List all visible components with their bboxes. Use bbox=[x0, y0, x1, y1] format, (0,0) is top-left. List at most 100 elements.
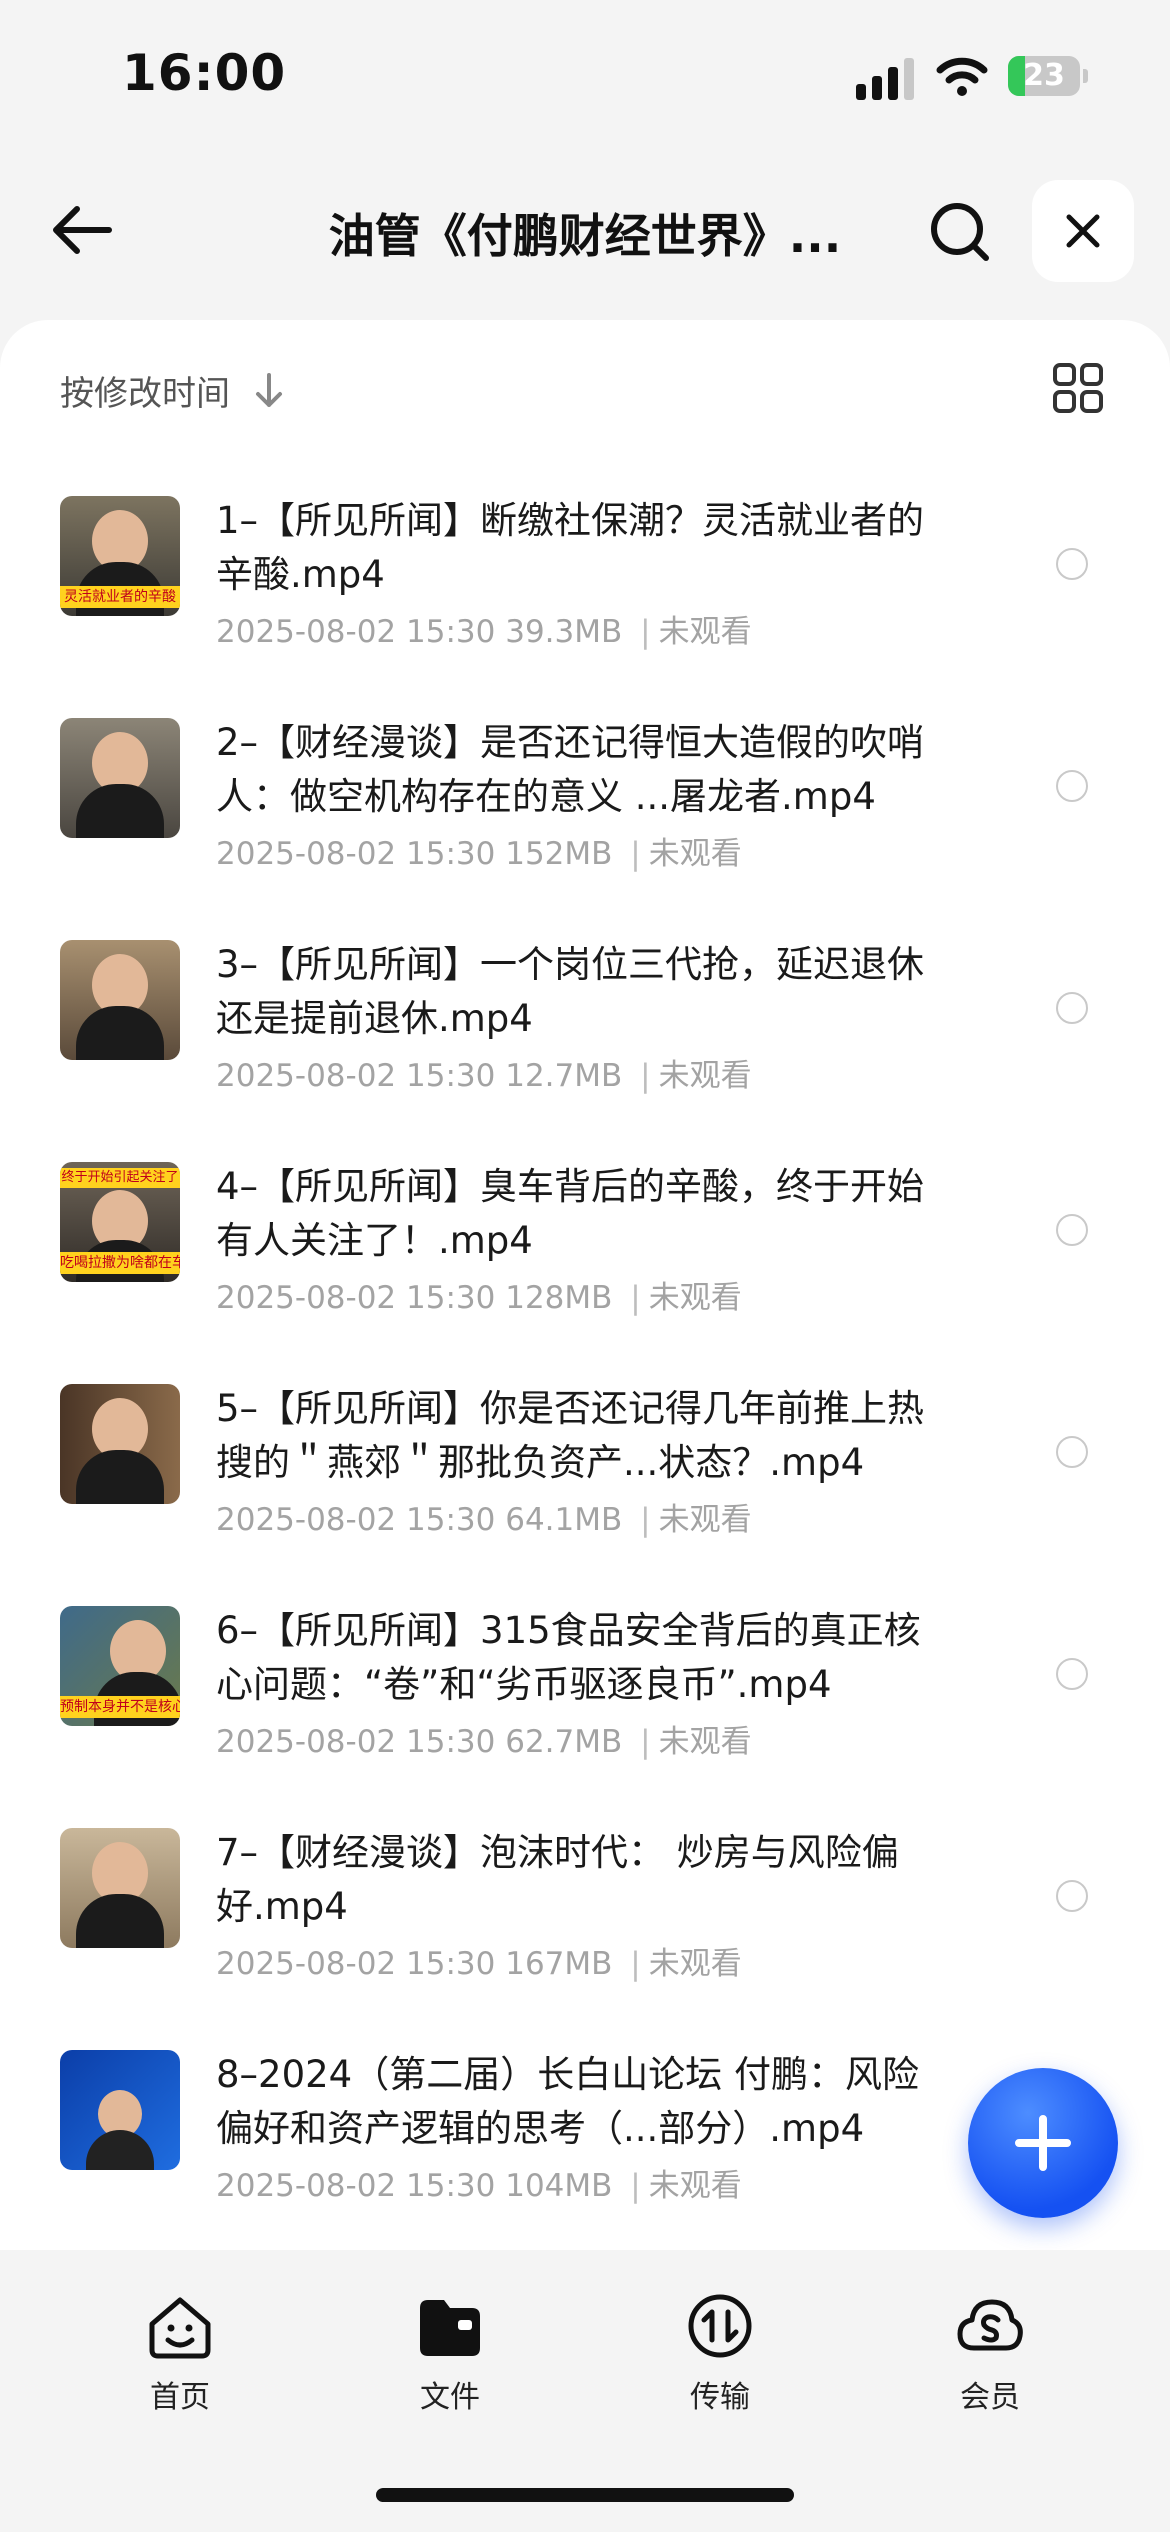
file-name: 7–【财经漫谈】泡沫时代： 炒房与风险偏好.mp4 bbox=[216, 1831, 899, 1928]
plus-icon bbox=[1015, 2115, 1071, 2171]
file-size: 128MB bbox=[505, 1280, 613, 1316]
thumbnail-caption: 预制本身并不是核心问题 bbox=[60, 1696, 180, 1718]
tab-transfer-label: 传输 bbox=[690, 2380, 750, 2415]
page-title: 油管《付鹏财经世界》... bbox=[328, 209, 842, 263]
file-name: 5–【所见所闻】你是否还记得几年前推上热搜的＂燕郊＂那批负资产...状态？.mp… bbox=[216, 1387, 925, 1484]
select-checkbox[interactable] bbox=[1056, 1214, 1088, 1246]
watch-status: 未观看 bbox=[658, 1058, 752, 1094]
file-size: 12.7MB bbox=[505, 1058, 623, 1094]
grid-view-icon[interactable] bbox=[1052, 362, 1104, 414]
watch-status: 未观看 bbox=[648, 1280, 742, 1316]
file-size: 167MB bbox=[505, 1946, 613, 1982]
search-button[interactable] bbox=[922, 194, 998, 270]
file-size: 64.1MB bbox=[505, 1502, 623, 1538]
video-thumbnail bbox=[60, 1828, 180, 1948]
file-date: 2025-08-02 15:30 bbox=[216, 1502, 496, 1538]
file-item[interactable]: 2–【财经漫谈】是否还记得恒大造假的吹哨人：做空机构存在的意义 ...屠龙者.m… bbox=[0, 692, 1170, 914]
watch-status: 未观看 bbox=[648, 836, 742, 872]
sort-button[interactable]: 按修改时间 bbox=[60, 366, 286, 415]
cloud-member-icon bbox=[957, 2299, 1023, 2351]
file-panel: 按修改时间 灵活就业者的辛酸 1–【所见所闻】断缴社保潮？灵活就业者的辛酸.mp… bbox=[0, 320, 1170, 2250]
file-meta: 2025-08-02 15:30 128MB | 未观看 bbox=[216, 1280, 742, 1316]
home-indicator bbox=[376, 2488, 794, 2502]
file-meta: 2025-08-02 15:30 12.7MB | 未观看 bbox=[216, 1058, 752, 1094]
file-item[interactable]: 终于开始引起关注了 吃喝拉撒为啥都在车里 4–【所见所闻】臭车背后的辛酸，终于开… bbox=[0, 1136, 1170, 1358]
tab-files-label: 文件 bbox=[420, 2380, 480, 2415]
tab-member-label: 会员 bbox=[960, 2380, 1020, 2415]
video-thumbnail: 灵活就业者的辛酸 bbox=[60, 496, 180, 616]
file-meta: 2025-08-02 15:30 39.3MB | 未观看 bbox=[216, 614, 752, 650]
file-name: 4–【所见所闻】臭车背后的辛酸，终于开始有人关注了！.mp4 bbox=[216, 1165, 925, 1262]
file-name: 3–【所见所闻】一个岗位三代抢，延迟退休还是提前退休.mp4 bbox=[216, 943, 925, 1040]
cellular-signal-icon bbox=[856, 58, 914, 100]
file-meta: 2025-08-02 15:30 104MB | 未观看 bbox=[216, 2168, 742, 2204]
file-item[interactable]: 灵活就业者的辛酸 1–【所见所闻】断缴社保潮？灵活就业者的辛酸.mp4 2025… bbox=[0, 470, 1170, 692]
status-bar: 16:00 23 bbox=[0, 0, 1170, 150]
battery-level: 23 bbox=[1023, 58, 1065, 93]
file-name: 8–2024（第二届）长白山论坛 付鹏：风险偏好和资产逻辑的思考（...部分）.… bbox=[216, 2053, 919, 2150]
back-button[interactable] bbox=[44, 192, 120, 268]
header: 油管《付鹏财经世界》... bbox=[0, 170, 1170, 290]
thumbnail-top-caption: 终于开始引起关注了 bbox=[60, 1168, 180, 1188]
transfer-icon bbox=[688, 2294, 752, 2358]
file-meta: 2025-08-02 15:30 167MB | 未观看 bbox=[216, 1946, 742, 1982]
tab-files[interactable]: 文件 bbox=[370, 2290, 530, 2416]
status-time: 16:00 bbox=[122, 44, 287, 102]
file-size: 104MB bbox=[505, 2168, 613, 2204]
watch-status: 未观看 bbox=[648, 2168, 742, 2204]
select-checkbox[interactable] bbox=[1056, 1658, 1088, 1690]
select-checkbox[interactable] bbox=[1056, 1436, 1088, 1468]
file-meta: 2025-08-02 15:30 64.1MB | 未观看 bbox=[216, 1502, 752, 1538]
select-checkbox[interactable] bbox=[1056, 992, 1088, 1024]
video-thumbnail: 预制本身并不是核心问题 bbox=[60, 1606, 180, 1726]
file-date: 2025-08-02 15:30 bbox=[216, 614, 496, 650]
arrow-left-icon bbox=[53, 206, 112, 254]
select-checkbox[interactable] bbox=[1056, 770, 1088, 802]
thumbnail-caption: 灵活就业者的辛酸 bbox=[60, 586, 180, 608]
select-checkbox[interactable] bbox=[1056, 1880, 1088, 1912]
file-name: 6–【所见所闻】315食品安全背后的真正核心问题：“卷”和“劣币驱逐良币”.mp… bbox=[216, 1609, 921, 1706]
thumbnail-caption: 吃喝拉撒为啥都在车里 bbox=[60, 1252, 180, 1274]
watch-status: 未观看 bbox=[658, 1502, 752, 1538]
file-item[interactable]: 7–【财经漫谈】泡沫时代： 炒房与风险偏好.mp4 2025-08-02 15:… bbox=[0, 1802, 1170, 2024]
video-thumbnail bbox=[60, 718, 180, 838]
close-icon bbox=[1066, 214, 1100, 248]
video-thumbnail: 终于开始引起关注了 吃喝拉撒为啥都在车里 bbox=[60, 1162, 180, 1282]
folder-icon bbox=[420, 2300, 480, 2356]
wifi-icon bbox=[936, 57, 988, 96]
file-size: 62.7MB bbox=[505, 1724, 623, 1760]
select-checkbox[interactable] bbox=[1056, 548, 1088, 580]
arrow-down-icon bbox=[256, 372, 282, 407]
sort-label: 按修改时间 bbox=[60, 374, 230, 414]
add-button[interactable] bbox=[968, 2068, 1118, 2218]
watch-status: 未观看 bbox=[648, 1946, 742, 1982]
battery-icon: 23 bbox=[1008, 56, 1090, 98]
file-date: 2025-08-02 15:30 bbox=[216, 1946, 496, 1982]
file-item[interactable]: 预制本身并不是核心问题 6–【所见所闻】315食品安全背后的真正核心问题：“卷”… bbox=[0, 1580, 1170, 1802]
file-date: 2025-08-02 15:30 bbox=[216, 1724, 496, 1760]
tab-home[interactable]: 首页 bbox=[100, 2290, 260, 2416]
file-meta: 2025-08-02 15:30 152MB | 未观看 bbox=[216, 836, 742, 872]
file-date: 2025-08-02 15:30 bbox=[216, 1058, 496, 1094]
video-thumbnail bbox=[60, 2050, 180, 2170]
file-meta: 2025-08-02 15:30 62.7MB | 未观看 bbox=[216, 1724, 752, 1760]
watch-status: 未观看 bbox=[658, 614, 752, 650]
file-name: 2–【财经漫谈】是否还记得恒大造假的吹哨人：做空机构存在的意义 ...屠龙者.m… bbox=[216, 721, 925, 818]
file-size: 152MB bbox=[505, 836, 613, 872]
tab-home-label: 首页 bbox=[150, 2380, 210, 2415]
tab-transfer[interactable]: 传输 bbox=[640, 2290, 800, 2416]
file-item[interactable]: 5–【所见所闻】你是否还记得几年前推上热搜的＂燕郊＂那批负资产...状态？.mp… bbox=[0, 1358, 1170, 1580]
video-thumbnail bbox=[60, 940, 180, 1060]
file-item[interactable]: 3–【所见所闻】一个岗位三代抢，延迟退休还是提前退休.mp4 2025-08-0… bbox=[0, 914, 1170, 1136]
file-date: 2025-08-02 15:30 bbox=[216, 836, 496, 872]
video-thumbnail bbox=[60, 1384, 180, 1504]
file-date: 2025-08-02 15:30 bbox=[216, 2168, 496, 2204]
watch-status: 未观看 bbox=[658, 1724, 752, 1760]
file-name: 1–【所见所闻】断缴社保潮？灵活就业者的辛酸.mp4 bbox=[216, 499, 925, 596]
tab-member[interactable]: 会员 bbox=[910, 2290, 1070, 2416]
close-button[interactable] bbox=[1032, 180, 1134, 282]
search-icon bbox=[931, 203, 989, 261]
home-smile-icon bbox=[149, 2297, 211, 2359]
file-date: 2025-08-02 15:30 bbox=[216, 1280, 496, 1316]
file-size: 39.3MB bbox=[505, 614, 623, 650]
